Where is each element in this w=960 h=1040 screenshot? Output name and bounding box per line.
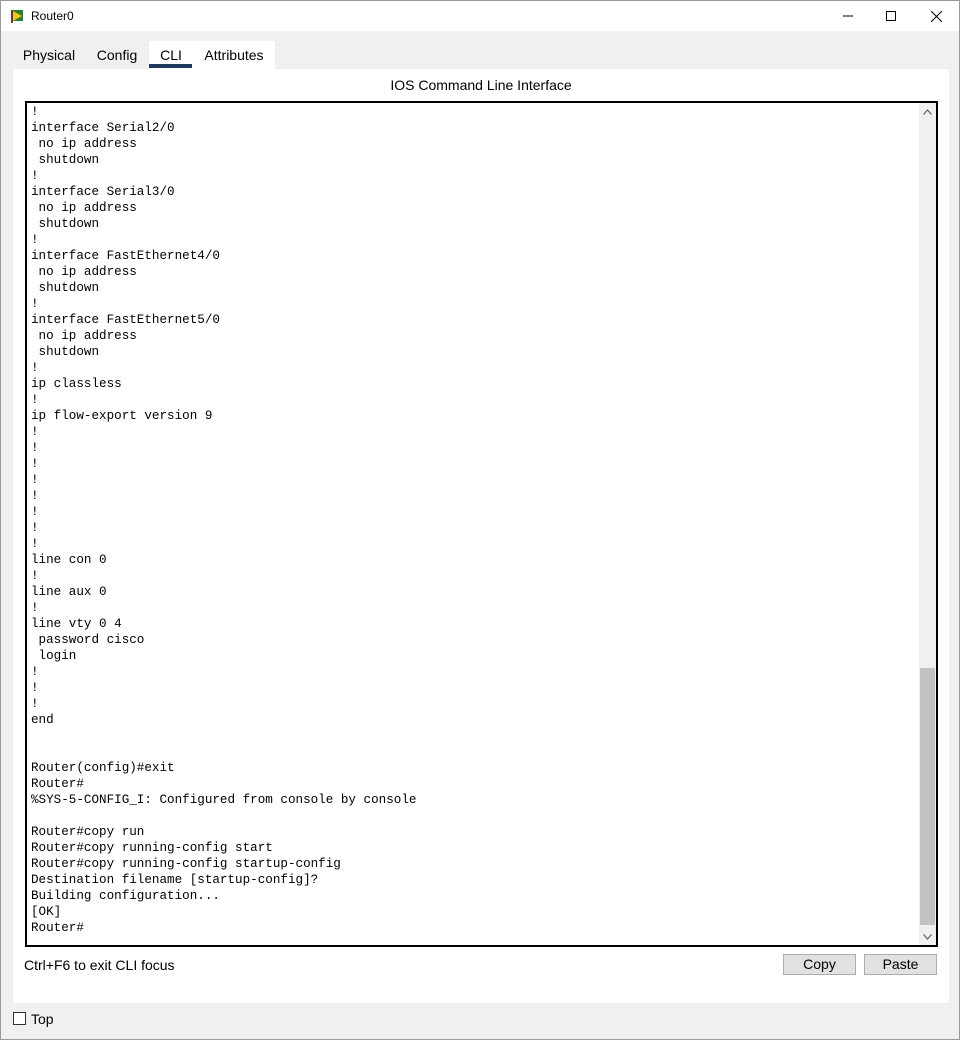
top-checkbox-label: Top [31, 1011, 54, 1027]
terminal-line: shutdown [31, 217, 100, 231]
scroll-up-button[interactable] [919, 103, 936, 120]
terminal-line: Router#copy running-config start [31, 841, 273, 855]
terminal-line: ! [31, 489, 39, 503]
terminal-line: shutdown [31, 345, 100, 359]
terminal-line: line con 0 [31, 553, 107, 567]
terminal-line: no ip address [31, 329, 137, 343]
close-icon [930, 10, 942, 22]
terminal-line: [OK] [31, 905, 62, 919]
terminal-line: ! [31, 521, 39, 535]
terminal-line: Building configuration... [31, 889, 220, 903]
terminal-line: Router#copy running-config startup-confi… [31, 857, 341, 871]
terminal-line: ! [31, 601, 39, 615]
cli-focus-hint: Ctrl+F6 to exit CLI focus [24, 957, 175, 973]
terminal-line: interface FastEthernet5/0 [31, 313, 220, 327]
terminal-line: Router#copy run [31, 825, 145, 839]
title-bar[interactable]: Router0 [1, 1, 959, 31]
terminal-line: shutdown [31, 281, 100, 295]
terminal-line: ! [31, 665, 39, 679]
top-checkbox[interactable] [13, 1012, 26, 1025]
terminal-line: end [31, 713, 54, 727]
terminal-line: interface Serial3/0 [31, 185, 175, 199]
tab-attributes[interactable]: Attributes [193, 41, 275, 69]
terminal-line: line vty 0 4 [31, 617, 122, 631]
cli-terminal[interactable]: shutdown! interface Serial2/0 no ip addre… [25, 101, 938, 947]
paste-button[interactable]: Paste [864, 954, 937, 975]
chevron-up-icon [923, 108, 932, 115]
minimize-button[interactable] [825, 1, 871, 31]
terminal-line: ! [31, 361, 39, 375]
terminal-line: ! [31, 169, 39, 183]
tab-physical[interactable]: Physical [13, 41, 85, 69]
terminal-line: no ip address [31, 201, 137, 215]
close-button[interactable] [913, 1, 959, 31]
cli-panel: IOS Command Line Interface shutdown! inte… [13, 69, 949, 1003]
copy-button[interactable]: Copy [783, 954, 856, 975]
maximize-icon [886, 11, 896, 21]
terminal-line: ! [31, 537, 39, 551]
terminal-line: login [31, 649, 77, 663]
terminal-line: ip classless [31, 377, 122, 391]
terminal-line: ip flow-export version 9 [31, 409, 213, 423]
terminal-line: ! [31, 105, 39, 119]
cli-heading: IOS Command Line Interface [390, 77, 572, 93]
terminal-line: ! [31, 569, 39, 583]
terminal-line: no ip address [31, 137, 137, 151]
terminal-line: interface FastEthernet4/0 [31, 249, 220, 263]
terminal-line: password cisco [31, 633, 145, 647]
terminal-line: ! [31, 441, 39, 455]
terminal-line: ! [31, 505, 39, 519]
router-window: Router0 Physical Config CLI Attributes I… [0, 0, 960, 1040]
terminal-line: %SYS-5-CONFIG_I: Configured from console… [31, 793, 417, 807]
terminal-line: line aux 0 [31, 585, 107, 599]
terminal-line: ! [31, 457, 39, 471]
terminal-line: ! [31, 473, 39, 487]
tab-config[interactable]: Config [91, 41, 143, 69]
terminal-line: ! [31, 697, 39, 711]
terminal-scrollbar[interactable] [919, 103, 936, 945]
minimize-icon [843, 15, 853, 17]
terminal-line: Router# [31, 777, 84, 791]
terminal-line: ! [31, 297, 39, 311]
active-tab-indicator [149, 64, 192, 68]
terminal-line: no ip address [31, 265, 137, 279]
maximize-button[interactable] [868, 1, 914, 31]
terminal-output: shutdown! interface Serial2/0 no ip addre… [31, 103, 417, 936]
router-app-icon [11, 10, 23, 23]
terminal-line: ! [31, 233, 39, 247]
terminal-line: Router(config)#exit [31, 761, 175, 775]
terminal-line: shutdown [31, 153, 100, 167]
terminal-line: ! [31, 393, 39, 407]
terminal-line: interface Serial2/0 [31, 121, 175, 135]
scroll-down-button[interactable] [919, 928, 936, 945]
terminal-line: Destination filename [startup-config]? [31, 873, 319, 887]
scroll-thumb[interactable] [920, 668, 935, 925]
chevron-down-icon [923, 933, 932, 940]
window-title: Router0 [31, 9, 74, 23]
terminal-line: ! [31, 681, 39, 695]
terminal-line: Router# [31, 921, 84, 935]
terminal-line: ! [31, 425, 39, 439]
